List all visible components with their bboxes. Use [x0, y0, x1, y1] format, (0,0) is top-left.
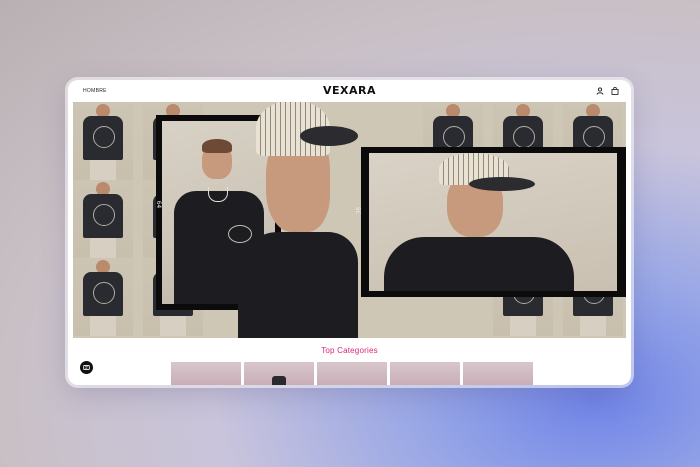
category-card[interactable] [317, 362, 387, 385]
nav-icons [596, 87, 619, 95]
film-code: 64 [155, 200, 163, 209]
category-card[interactable] [244, 362, 314, 385]
category-card[interactable] [390, 362, 460, 385]
background-photo-tile [73, 102, 133, 180]
category-card[interactable] [463, 362, 533, 385]
browser-window: HOMBRE VEXARA 64 5C Top Categories [68, 80, 631, 385]
section-title: Top Categories [321, 346, 378, 355]
bag-icon[interactable] [611, 87, 619, 95]
film-frame-right: 5C [354, 147, 626, 297]
background-photo-tile [73, 258, 133, 336]
top-nav: HOMBRE VEXARA [68, 80, 631, 102]
category-strip [171, 362, 533, 385]
brand-logo[interactable]: VEXARA [323, 84, 376, 97]
hero-banner[interactable]: 64 5C [73, 102, 626, 338]
chat-icon [83, 364, 90, 371]
hero-model [238, 102, 363, 338]
chat-button[interactable] [80, 361, 93, 374]
category-card[interactable] [171, 362, 241, 385]
user-icon[interactable] [596, 87, 604, 95]
nav-link-hombre[interactable]: HOMBRE [83, 88, 107, 94]
background-photo-tile [73, 180, 133, 258]
